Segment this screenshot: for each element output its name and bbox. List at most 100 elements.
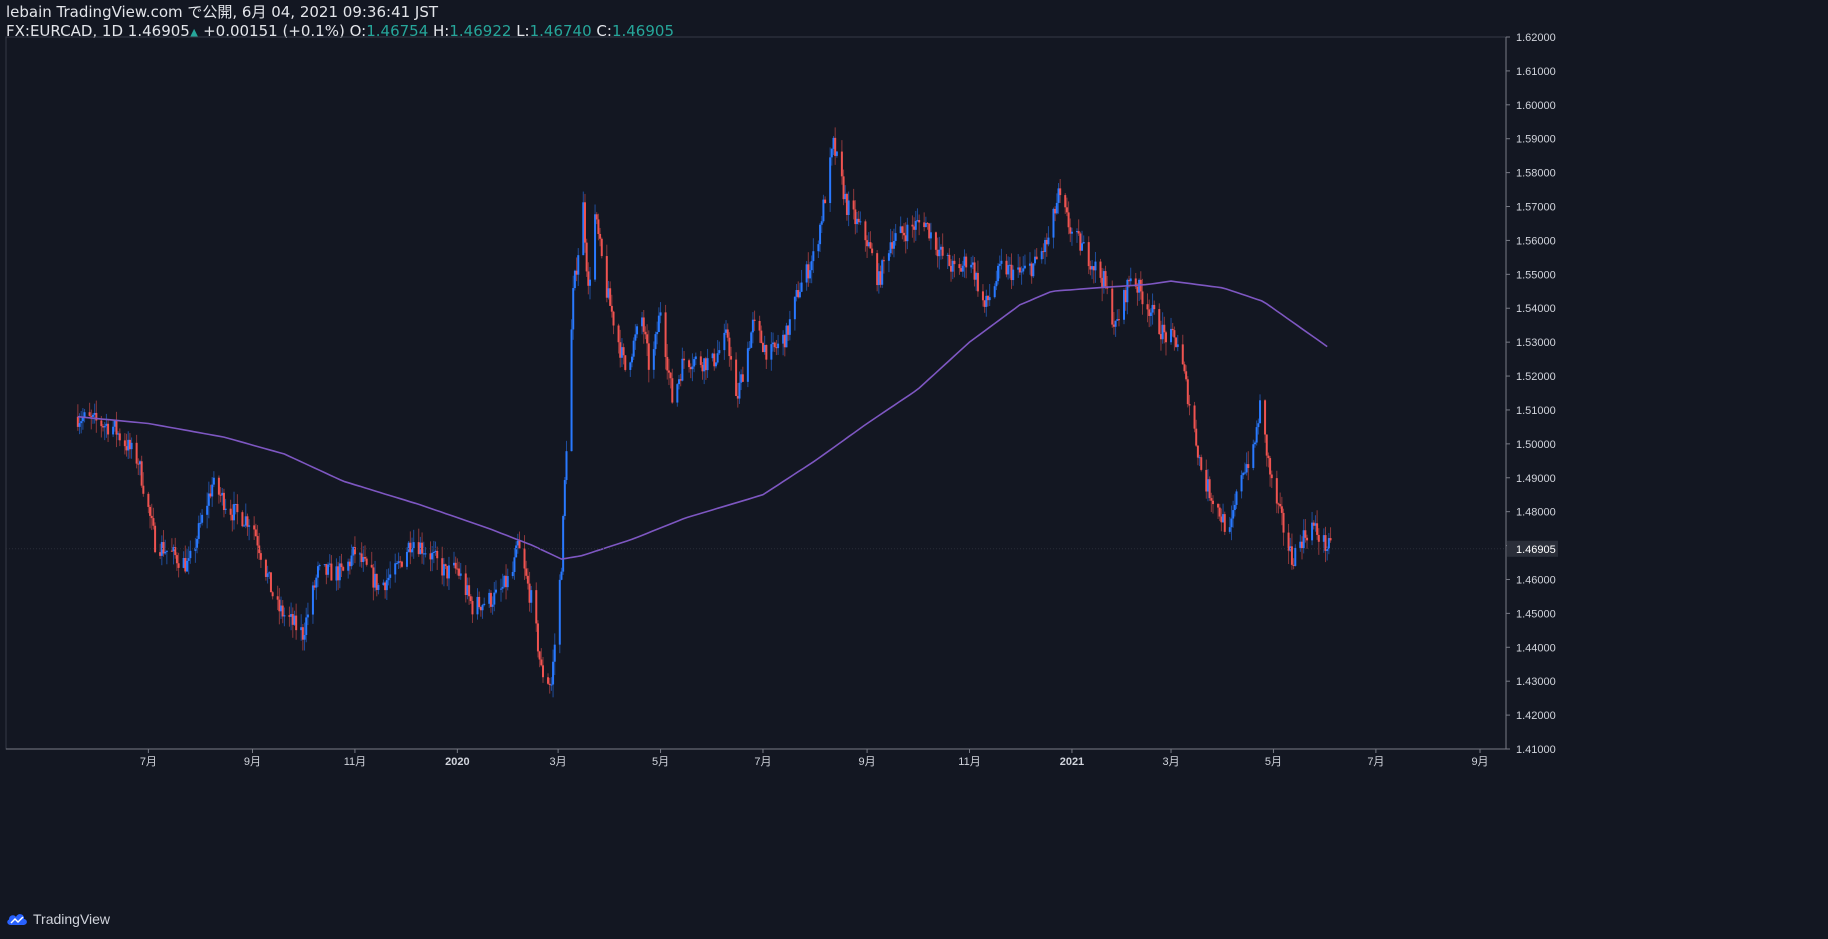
candle-body bbox=[412, 542, 415, 549]
candle-body bbox=[88, 412, 91, 416]
candle-body bbox=[741, 374, 744, 382]
candle-body bbox=[283, 615, 286, 617]
candle-body bbox=[1000, 260, 1003, 264]
candle-body bbox=[988, 297, 991, 301]
candle-body bbox=[953, 260, 956, 265]
candle-body bbox=[115, 420, 118, 435]
candle-body bbox=[1208, 479, 1211, 499]
candle-body bbox=[400, 561, 403, 567]
candle-body bbox=[454, 562, 457, 569]
candle-body bbox=[777, 343, 780, 349]
candle-body bbox=[254, 529, 257, 537]
candle-body bbox=[1282, 512, 1285, 533]
candle-body bbox=[1104, 271, 1107, 287]
time-tick-label: 2020 bbox=[445, 756, 469, 768]
candle-body bbox=[820, 221, 823, 225]
candle-body bbox=[1040, 251, 1043, 260]
candle-body bbox=[881, 260, 884, 285]
candle-body bbox=[421, 542, 424, 554]
time-tick-label: 3月 bbox=[550, 756, 567, 768]
price-tick-label: 1.42000 bbox=[1516, 710, 1556, 722]
candle-body bbox=[305, 617, 308, 635]
candle-body bbox=[812, 251, 815, 262]
candle-body bbox=[1094, 261, 1097, 271]
candle-body bbox=[1022, 268, 1025, 272]
candle-body bbox=[572, 288, 575, 330]
candle-body bbox=[353, 547, 356, 555]
candle-body bbox=[1195, 428, 1198, 446]
candle-body bbox=[80, 421, 83, 424]
candle-body bbox=[882, 260, 885, 262]
candle-body bbox=[748, 347, 751, 349]
candle-body bbox=[306, 614, 309, 618]
candle-body bbox=[147, 493, 150, 507]
candle-body bbox=[1023, 265, 1026, 269]
candle-body bbox=[810, 261, 813, 271]
candle-body bbox=[459, 573, 462, 576]
candle-body bbox=[481, 605, 484, 611]
price-tick-label: 1.46000 bbox=[1516, 574, 1556, 586]
candle-body bbox=[295, 615, 298, 631]
candle-body bbox=[493, 592, 496, 605]
candle-body bbox=[523, 548, 526, 569]
candle-body bbox=[995, 281, 998, 287]
candle-body bbox=[1317, 534, 1320, 542]
candle-body bbox=[1099, 261, 1102, 278]
price-tick-label: 1.44000 bbox=[1516, 642, 1556, 654]
candle-body bbox=[664, 312, 667, 357]
candle-body bbox=[246, 516, 249, 527]
price-chart[interactable]: 1.41000 1.42000 1.43000 1.44000 1.45000 1.460… bbox=[0, 0, 1828, 939]
tradingview-logo[interactable]: TradingView bbox=[6, 911, 110, 927]
candle-body bbox=[644, 331, 647, 335]
candle-body bbox=[269, 572, 272, 593]
candle-body bbox=[681, 358, 684, 381]
candle-body bbox=[688, 360, 691, 368]
price-tick-label: 1.56000 bbox=[1516, 235, 1556, 247]
candle-body bbox=[723, 332, 726, 351]
candle-body bbox=[1212, 500, 1215, 505]
candle-body bbox=[526, 575, 529, 584]
last-price-label: 1.46905 bbox=[1516, 544, 1556, 556]
candle-body bbox=[363, 557, 366, 559]
time-tick-label: 9月 bbox=[859, 756, 876, 768]
candle-body bbox=[1294, 547, 1297, 566]
candle-body bbox=[829, 157, 832, 204]
candle-body bbox=[597, 219, 600, 235]
candle-body bbox=[1252, 444, 1255, 468]
candle-body bbox=[535, 590, 538, 624]
candle-body bbox=[563, 480, 566, 517]
candle-body bbox=[1269, 458, 1272, 475]
candle-body bbox=[798, 291, 801, 298]
candle-body bbox=[224, 508, 227, 511]
candle-body bbox=[683, 358, 686, 361]
candle-body bbox=[758, 320, 761, 331]
candle-body bbox=[993, 286, 996, 298]
candle-body bbox=[595, 214, 598, 220]
candle-body bbox=[241, 512, 244, 527]
candle-body bbox=[647, 343, 650, 370]
candle-body bbox=[657, 315, 660, 333]
candle-body bbox=[340, 563, 343, 568]
candle-body bbox=[646, 334, 649, 344]
candle-body bbox=[540, 659, 543, 666]
candle-body bbox=[1035, 256, 1038, 260]
candle-body bbox=[107, 423, 110, 435]
candle-body bbox=[350, 555, 353, 567]
candle-body bbox=[589, 279, 592, 286]
candle-body bbox=[1067, 212, 1070, 228]
candle-body bbox=[1279, 503, 1282, 507]
candle-body bbox=[468, 585, 471, 597]
candle-body bbox=[123, 440, 126, 447]
candle-body bbox=[746, 348, 749, 382]
candle-body bbox=[1304, 530, 1307, 538]
candle-body bbox=[100, 420, 103, 427]
candle-body bbox=[753, 319, 756, 321]
candle-body bbox=[1032, 263, 1035, 277]
candle-body bbox=[447, 565, 450, 579]
candle-body bbox=[1117, 319, 1120, 321]
candle-body bbox=[424, 553, 427, 555]
candle-body bbox=[632, 340, 635, 357]
price-tick-label: 1.60000 bbox=[1516, 100, 1556, 112]
candle-body bbox=[553, 644, 556, 662]
candle-body bbox=[911, 224, 914, 227]
